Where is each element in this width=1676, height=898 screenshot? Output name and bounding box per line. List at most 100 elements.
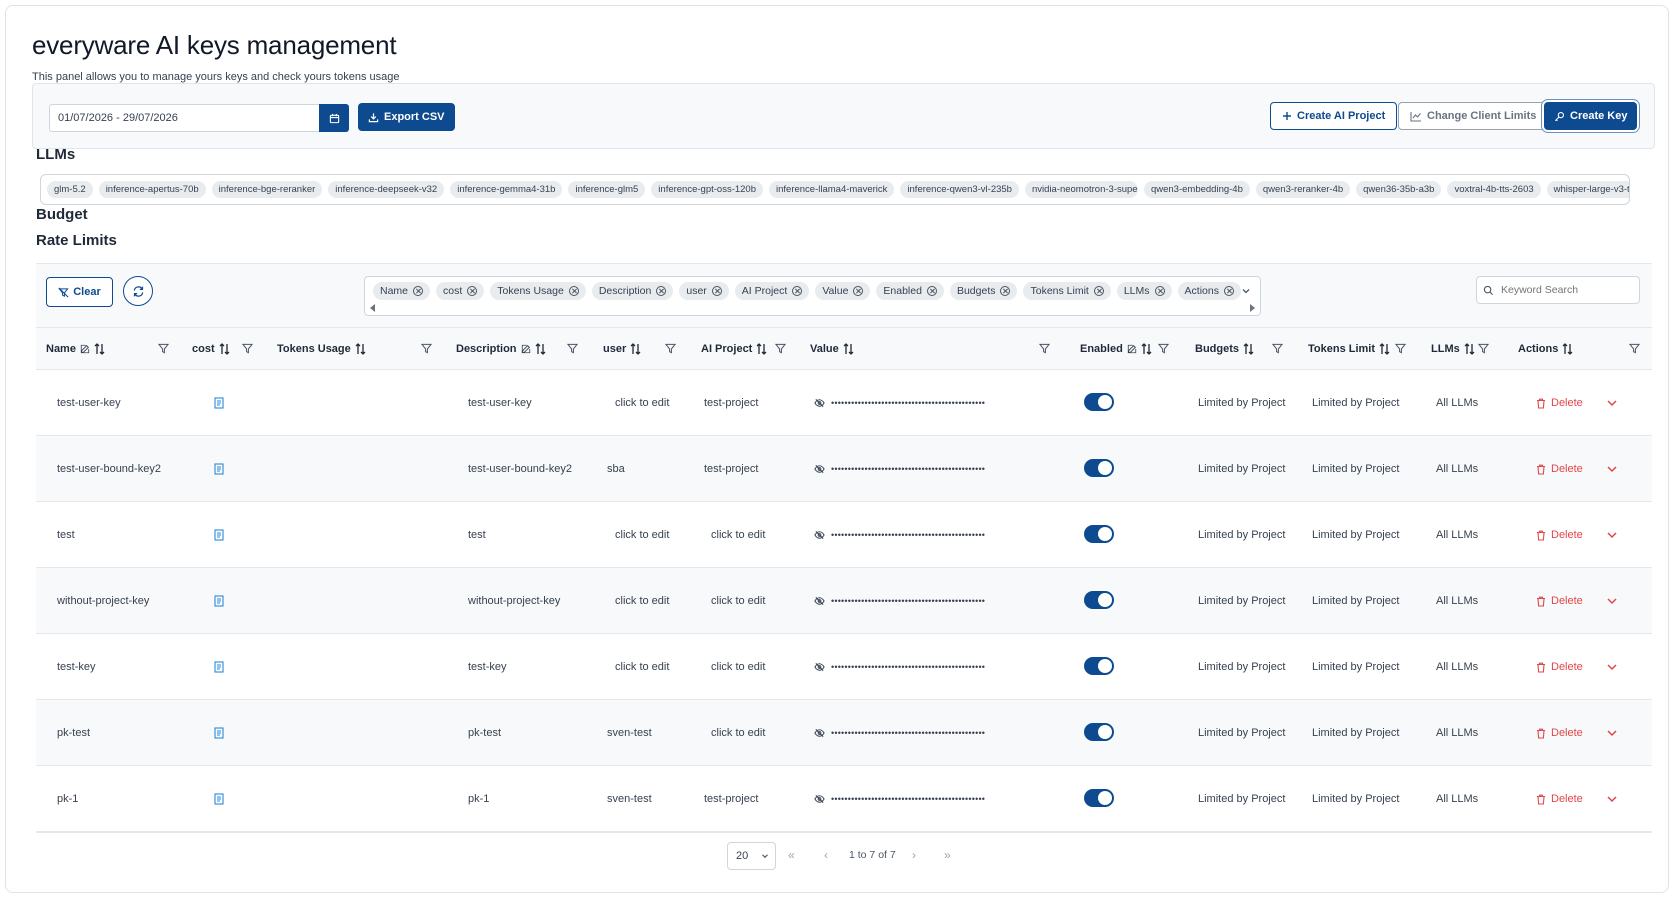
sort-icon[interactable] — [94, 343, 105, 355]
remove-chip-icon[interactable] — [1000, 286, 1011, 296]
delete-button[interactable]: Delete — [1536, 766, 1583, 832]
cell-description[interactable]: test-key — [468, 634, 507, 700]
remove-chip-icon[interactable] — [656, 286, 667, 296]
cell-name[interactable]: test-key — [57, 634, 96, 700]
sort-icon[interactable] — [355, 343, 366, 355]
column-header-user[interactable]: user — [603, 328, 641, 370]
cell-description[interactable]: test-user-key — [468, 370, 532, 436]
cell-user[interactable]: click to edit — [615, 568, 669, 634]
sort-icon[interactable] — [843, 343, 854, 355]
sort-icon[interactable] — [535, 343, 546, 355]
cost-details-icon[interactable] — [214, 463, 224, 475]
cell-description[interactable]: test-user-bound-key2 — [468, 436, 572, 502]
filter-icon[interactable] — [775, 343, 786, 354]
cell-user[interactable]: sba — [607, 436, 625, 502]
delete-button[interactable]: Delete — [1536, 568, 1583, 634]
first-page-button[interactable]: « — [788, 848, 795, 862]
eye-slash-icon[interactable] — [814, 530, 825, 540]
column-header-actions[interactable]: Actions — [1518, 328, 1573, 370]
remove-chip-icon[interactable] — [568, 286, 579, 296]
filter-icon[interactable] — [421, 343, 432, 354]
sort-icon[interactable] — [1464, 343, 1475, 355]
keyword-search-input[interactable] — [1499, 277, 1637, 303]
next-page-button[interactable]: › — [912, 848, 916, 862]
enabled-toggle[interactable] — [1084, 723, 1114, 741]
scroll-right-icon[interactable] — [1250, 304, 1255, 312]
filter-icon[interactable] — [665, 343, 676, 354]
column-header-tokens-limit[interactable]: Tokens Limit — [1308, 328, 1390, 370]
column-header-cost[interactable]: cost — [192, 328, 230, 370]
enabled-toggle[interactable] — [1084, 393, 1114, 411]
column-header-budgets[interactable]: Budgets — [1195, 328, 1254, 370]
filter-icon[interactable] — [567, 343, 578, 354]
cell-name[interactable]: test-user-bound-key2 — [57, 436, 161, 502]
column-header-ai-project[interactable]: AI Project — [701, 328, 767, 370]
cell-name[interactable]: pk-test — [57, 700, 90, 766]
filter-icon[interactable] — [1158, 343, 1169, 354]
chevron-down-icon[interactable] — [1240, 285, 1252, 297]
clear-filters-button[interactable]: Clear — [46, 277, 113, 307]
cell-ai-project[interactable]: test-project — [704, 370, 758, 436]
column-header-enabled[interactable]: Enabled — [1080, 328, 1152, 370]
delete-button[interactable]: Delete — [1536, 502, 1583, 568]
sort-icon[interactable] — [219, 343, 230, 355]
cell-name[interactable]: without-project-key — [57, 568, 149, 634]
eye-slash-icon[interactable] — [814, 464, 825, 474]
cell-ai-project[interactable]: click to edit — [711, 634, 765, 700]
chevron-down-icon[interactable] — [1606, 795, 1618, 803]
enabled-toggle[interactable] — [1084, 591, 1114, 609]
remove-chip-icon[interactable] — [413, 286, 424, 296]
remove-chip-icon[interactable] — [1223, 286, 1234, 296]
cell-ai-project[interactable]: click to edit — [711, 502, 765, 568]
filter-icon[interactable] — [1629, 343, 1640, 354]
delete-button[interactable]: Delete — [1536, 436, 1583, 502]
last-page-button[interactable]: » — [944, 848, 951, 862]
column-header-description[interactable]: Description — [456, 328, 546, 370]
cost-details-icon[interactable] — [214, 727, 224, 739]
remove-chip-icon[interactable] — [1154, 286, 1165, 296]
cost-details-icon[interactable] — [214, 661, 224, 673]
sort-icon[interactable] — [1379, 343, 1390, 355]
remove-chip-icon[interactable] — [853, 286, 864, 296]
date-range-input[interactable] — [49, 104, 319, 132]
eye-slash-icon[interactable] — [814, 662, 825, 672]
sort-icon[interactable] — [756, 343, 767, 355]
filter-icon[interactable] — [1395, 343, 1406, 354]
cell-description[interactable]: pk-test — [468, 700, 501, 766]
page-size-select[interactable]: 20 — [727, 842, 776, 870]
cell-ai-project[interactable]: click to edit — [711, 700, 765, 766]
cell-ai-project[interactable]: test-project — [704, 436, 758, 502]
cell-name[interactable]: test-user-key — [57, 370, 121, 436]
cell-description[interactable]: test — [468, 502, 486, 568]
chevron-down-icon[interactable] — [1606, 663, 1618, 671]
cell-name[interactable]: pk-1 — [57, 766, 78, 832]
sort-icon[interactable] — [630, 343, 641, 355]
cell-name[interactable]: test — [57, 502, 75, 568]
filter-icon[interactable] — [1478, 343, 1489, 354]
create-ai-project-button[interactable]: Create AI Project — [1270, 102, 1398, 130]
filter-icon[interactable] — [158, 343, 169, 354]
eye-slash-icon[interactable] — [814, 728, 825, 738]
filter-icon[interactable] — [1272, 343, 1283, 354]
delete-button[interactable]: Delete — [1536, 700, 1583, 766]
cell-user[interactable]: click to edit — [615, 634, 669, 700]
filter-icon[interactable] — [1039, 343, 1050, 354]
cost-details-icon[interactable] — [214, 793, 224, 805]
column-header-value[interactable]: Value — [810, 328, 854, 370]
calendar-button[interactable] — [319, 104, 349, 132]
sort-icon[interactable] — [1141, 343, 1152, 355]
chevron-down-icon[interactable] — [1606, 597, 1618, 605]
cost-details-icon[interactable] — [214, 397, 224, 409]
sort-icon[interactable] — [1562, 343, 1573, 355]
eye-slash-icon[interactable] — [814, 398, 825, 408]
change-client-limits-button[interactable]: Change Client Limits — [1398, 102, 1549, 130]
delete-button[interactable]: Delete — [1536, 370, 1583, 436]
enabled-toggle[interactable] — [1084, 525, 1114, 543]
remove-chip-icon[interactable] — [1093, 286, 1104, 296]
refresh-button[interactable] — [123, 276, 153, 306]
remove-chip-icon[interactable] — [467, 286, 478, 296]
prev-page-button[interactable]: ‹ — [824, 848, 828, 862]
chevron-down-icon[interactable] — [1606, 399, 1618, 407]
chevron-down-icon[interactable] — [1606, 465, 1618, 473]
cell-ai-project[interactable]: test-project — [704, 766, 758, 832]
